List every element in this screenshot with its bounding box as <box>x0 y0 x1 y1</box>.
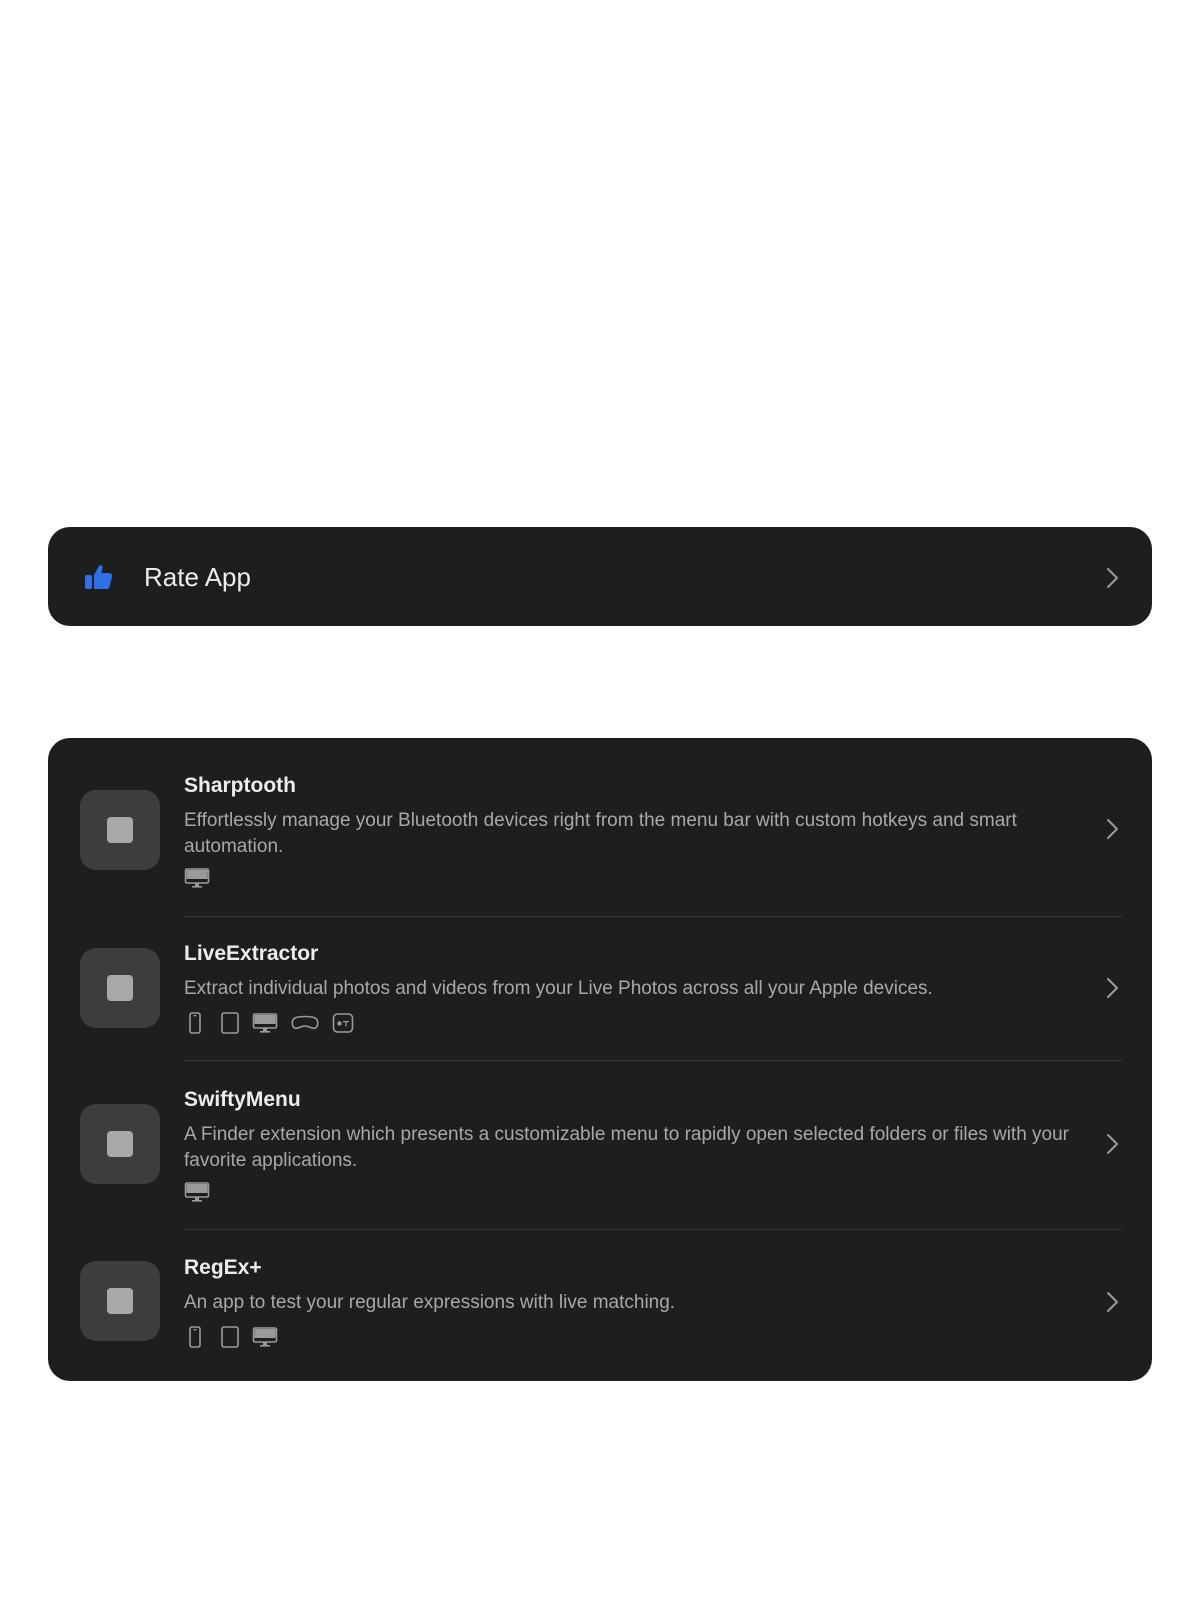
app-icon-placeholder <box>107 1131 133 1157</box>
iphone-icon <box>189 1326 201 1348</box>
rate-app-label: Rate App <box>144 562 251 592</box>
app-icon <box>80 1261 160 1341</box>
platform-icons <box>184 1011 366 1035</box>
app-icon-placeholder <box>107 1288 133 1314</box>
app-row-regex-plus[interactable]: RegEx+ An app to test your regular expre… <box>48 1230 1152 1380</box>
chevron-right-icon <box>1107 819 1118 839</box>
app-description: Extract individual photos and videos fro… <box>184 978 933 999</box>
app-icon <box>80 948 160 1028</box>
chevron-right-icon <box>1107 1134 1118 1154</box>
mac-icon <box>184 868 210 888</box>
vision-pro-icon <box>291 1015 319 1030</box>
platform-icons <box>184 1325 290 1349</box>
mac-icon <box>184 1182 210 1202</box>
mac-icon <box>252 1013 278 1033</box>
app-icon-placeholder <box>107 817 133 843</box>
app-row-swiftymenu[interactable]: SwiftyMenu A Finder extension which pres… <box>48 1061 1152 1229</box>
mac-icon <box>252 1327 278 1347</box>
chevron-right-icon <box>1107 978 1118 998</box>
app-row-liveextractor[interactable]: LiveExtractor Extract individual photos … <box>48 917 1152 1060</box>
platform-icons <box>184 1180 222 1204</box>
chevron-right-icon <box>1107 568 1118 588</box>
app-name: LiveExtractor <box>184 942 319 965</box>
app-description: Effortlessly manage your Bluetooth devic… <box>184 810 1017 857</box>
ipad-icon <box>221 1326 239 1348</box>
app-icon <box>80 790 160 870</box>
app-row-sharptooth[interactable]: Sharptooth Effortlessly manage your Blue… <box>48 738 1152 916</box>
chevron-right-icon <box>1107 1292 1118 1312</box>
apple-tv-icon <box>332 1013 354 1033</box>
app-name: Sharptooth <box>184 774 296 797</box>
iphone-icon <box>189 1012 201 1034</box>
app-name: SwiftyMenu <box>184 1088 301 1111</box>
app-icon <box>80 1104 160 1184</box>
app-description: A Finder extension which presents a cust… <box>184 1124 1070 1171</box>
app-description: An app to test your regular expressions … <box>184 1292 676 1313</box>
app-icon-placeholder <box>107 975 133 1001</box>
platform-icons <box>184 866 222 890</box>
app-name: RegEx+ <box>184 1256 262 1279</box>
thumbs-up-icon <box>85 565 113 589</box>
ipad-icon <box>221 1012 239 1034</box>
